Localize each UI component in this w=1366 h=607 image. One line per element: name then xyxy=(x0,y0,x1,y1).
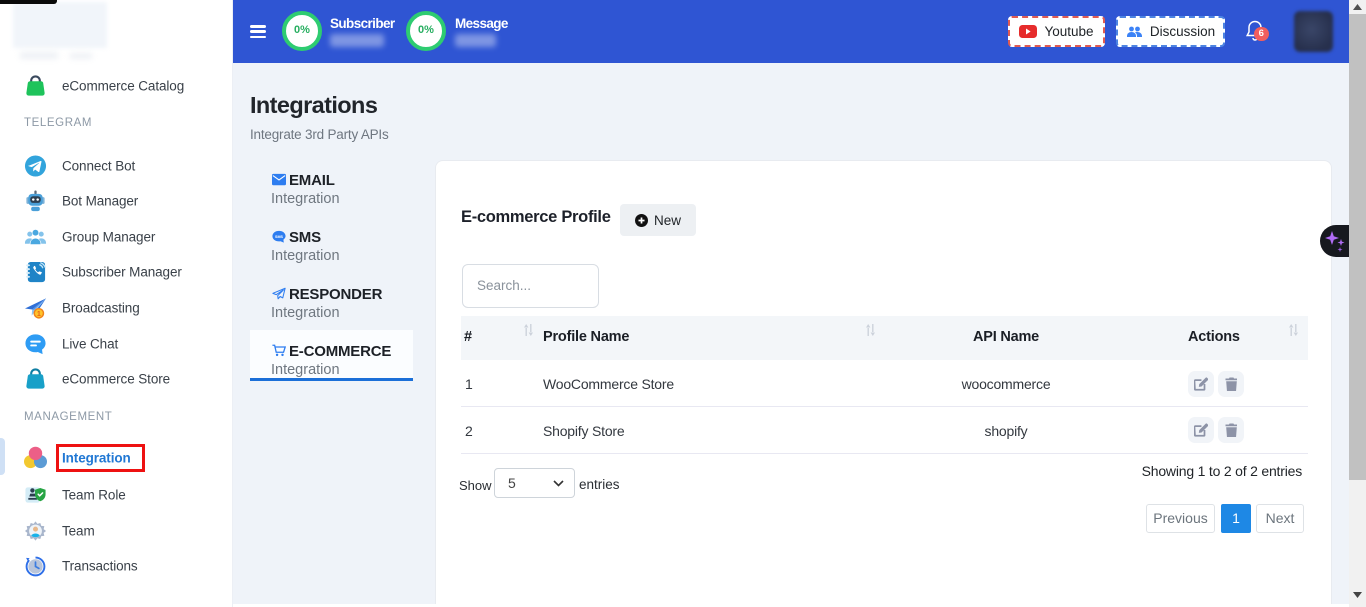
svg-text:SMS: SMS xyxy=(275,235,283,239)
svg-text:1: 1 xyxy=(37,310,41,318)
